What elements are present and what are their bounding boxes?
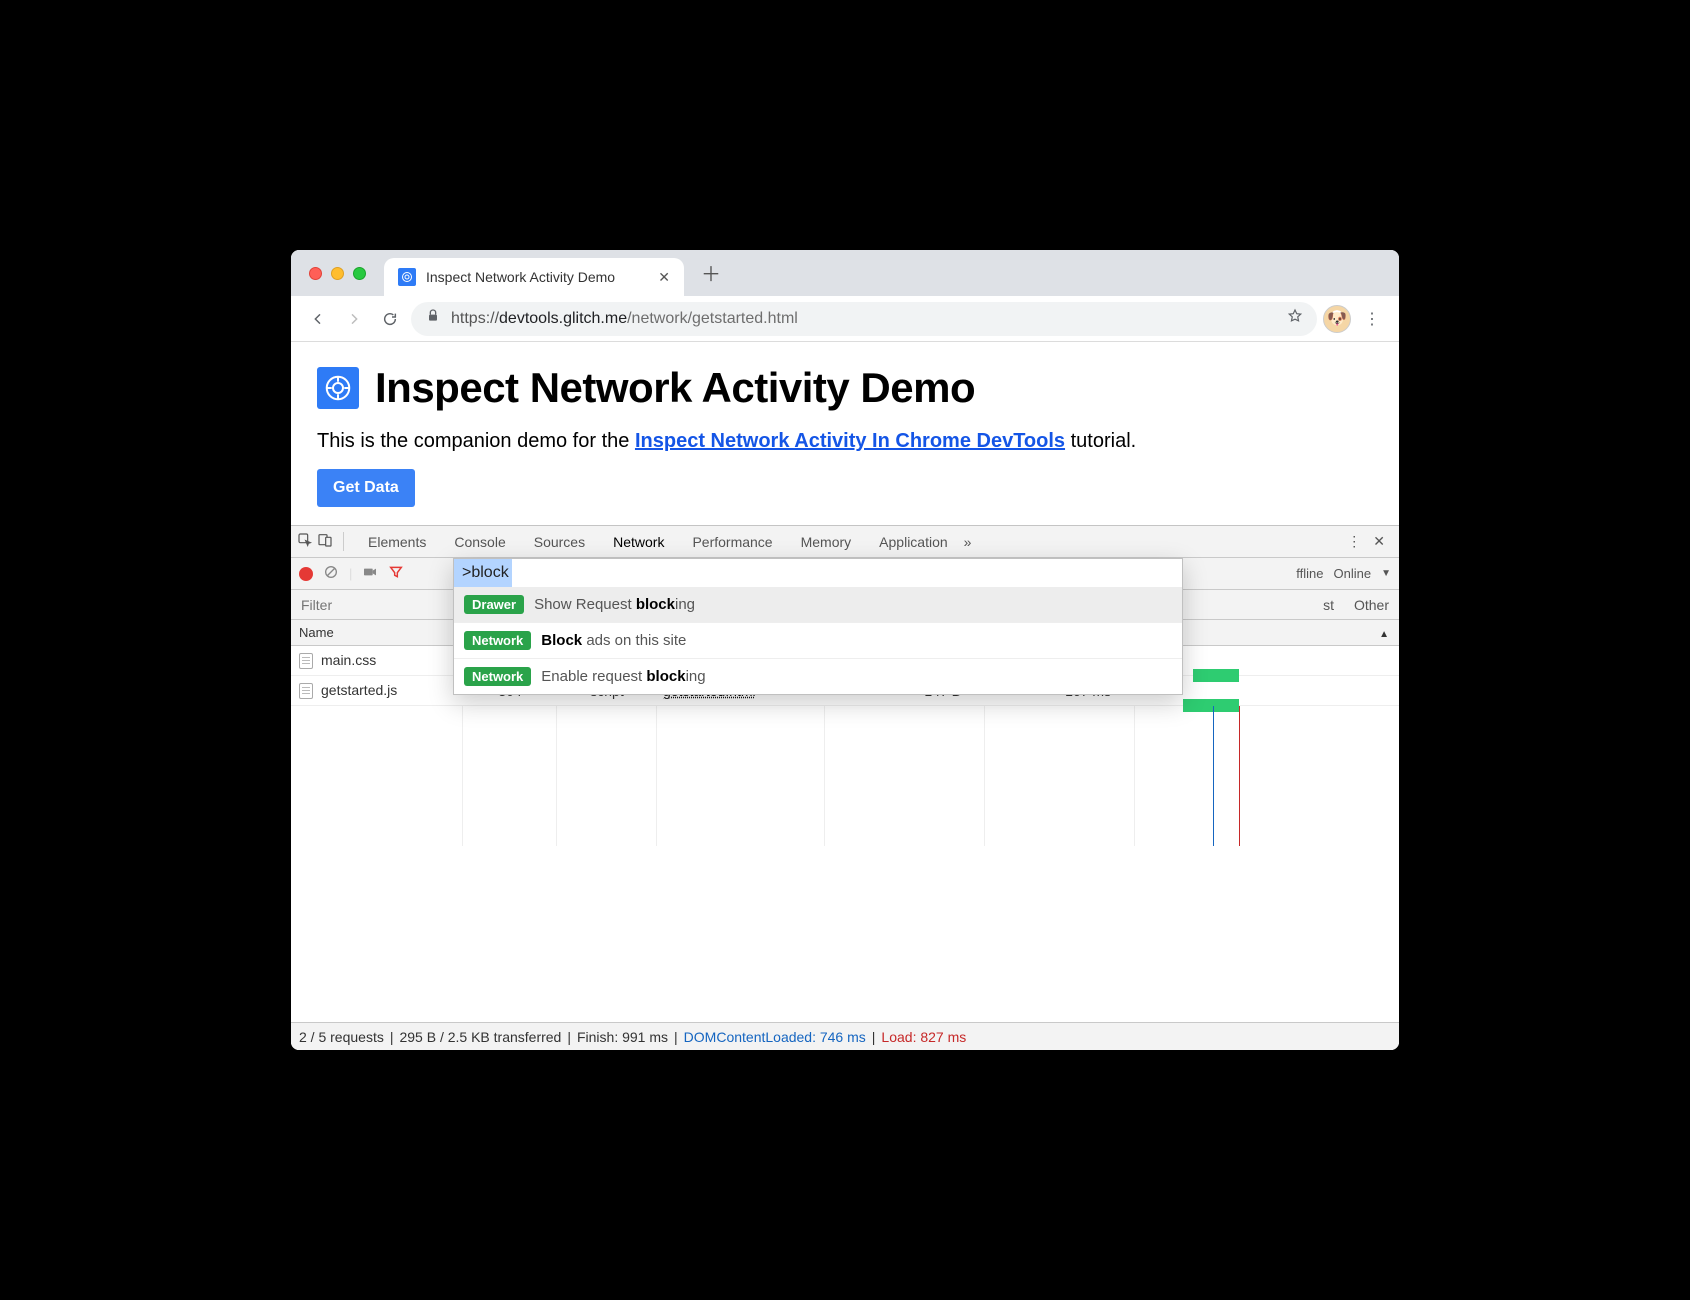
browser-window: Inspect Network Activity Demo ✕ ＋ https:… <box>291 250 1399 1050</box>
devtools-close-button[interactable]: ✕ <box>1373 533 1385 550</box>
address-bar[interactable]: https://devtools.glitch.me/network/getst… <box>411 302 1317 336</box>
command-input[interactable] <box>454 559 1182 587</box>
inspect-element-icon[interactable] <box>297 532 313 551</box>
chevron-down-icon[interactable]: ▼ <box>1381 568 1391 579</box>
camera-icon[interactable] <box>362 564 378 583</box>
more-tabs-button[interactable]: » <box>964 534 972 550</box>
maximize-window-button[interactable] <box>353 267 366 280</box>
page-content: Inspect Network Activity Demo This is th… <box>291 342 1399 525</box>
command-item[interactable]: Network Enable request blocking <box>454 658 1182 694</box>
url-text: https://devtools.glitch.me/network/getst… <box>451 310 798 328</box>
window-controls <box>309 267 366 280</box>
record-button[interactable] <box>299 567 313 581</box>
new-tab-button[interactable]: ＋ <box>694 255 728 289</box>
get-data-button[interactable]: Get Data <box>317 469 415 507</box>
offline-label-fragment: ffline <box>1296 566 1323 581</box>
command-item[interactable]: Drawer Show Request blocking <box>454 587 1182 622</box>
devtools-settings-button[interactable]: ⋮ <box>1347 533 1361 550</box>
reload-button[interactable] <box>375 304 405 334</box>
tab-memory[interactable]: Memory <box>787 526 866 557</box>
type-filter-fragment[interactable]: st <box>1313 597 1344 613</box>
browser-menu-button[interactable]: ⋮ <box>1357 309 1387 329</box>
favicon-icon <box>398 268 416 286</box>
lock-icon <box>425 308 441 329</box>
tutorial-link[interactable]: Inspect Network Activity In Chrome DevTo… <box>635 430 1065 452</box>
device-toolbar-icon[interactable] <box>317 532 333 551</box>
col-name[interactable]: Name <box>291 625 463 640</box>
browser-tab[interactable]: Inspect Network Activity Demo ✕ <box>384 258 684 296</box>
type-filter-other[interactable]: Other <box>1344 597 1399 613</box>
command-item[interactable]: Network Block ads on this site <box>454 622 1182 658</box>
tab-strip: Inspect Network Activity Demo ✕ ＋ <box>291 250 1399 296</box>
page-intro: This is the companion demo for the Inspe… <box>317 430 1373 453</box>
page-heading: Inspect Network Activity Demo <box>375 364 975 412</box>
forward-button[interactable] <box>339 304 369 334</box>
profile-avatar[interactable]: 🐶 <box>1323 305 1351 333</box>
command-menu: Drawer Show Request blocking Network Blo… <box>453 558 1183 695</box>
throttling-select[interactable]: Online <box>1334 566 1372 581</box>
status-finish: Finish: 991 ms <box>577 1029 668 1045</box>
back-button[interactable] <box>303 304 333 334</box>
close-window-button[interactable] <box>309 267 322 280</box>
tab-title: Inspect Network Activity Demo <box>426 269 615 285</box>
status-transferred: 295 B / 2.5 KB transferred <box>399 1029 561 1045</box>
status-dcl: DOMContentLoaded: 746 ms <box>684 1029 866 1045</box>
minimize-window-button[interactable] <box>331 267 344 280</box>
clear-button[interactable] <box>323 564 339 583</box>
status-bar: 2 / 5 requests| 295 B / 2.5 KB transferr… <box>291 1022 1399 1050</box>
tab-console[interactable]: Console <box>440 526 519 557</box>
waterfall-bar <box>1193 669 1239 682</box>
network-toolbar: | Drawer Show Request blocking Network B <box>291 558 1399 590</box>
status-requests: 2 / 5 requests <box>299 1029 384 1045</box>
file-icon <box>299 683 313 699</box>
tab-sources[interactable]: Sources <box>520 526 599 557</box>
close-tab-button[interactable]: ✕ <box>658 269 670 286</box>
tab-network[interactable]: Network <box>599 526 678 557</box>
tab-performance[interactable]: Performance <box>678 526 786 557</box>
filter-toggle-icon[interactable] <box>388 564 404 583</box>
sort-indicator-icon: ▲ <box>1379 629 1389 640</box>
browser-toolbar: https://devtools.glitch.me/network/getst… <box>291 296 1399 342</box>
status-load: Load: 827 ms <box>881 1029 966 1045</box>
bookmark-star-button[interactable] <box>1287 308 1303 329</box>
file-icon <box>299 653 313 669</box>
devtools-logo-icon <box>317 367 359 409</box>
tab-application[interactable]: Application <box>865 526 962 557</box>
devtools-panel: Elements Console Sources Network Perform… <box>291 525 1399 1050</box>
devtools-tabs: Elements Console Sources Network Perform… <box>291 526 1399 558</box>
tab-elements[interactable]: Elements <box>354 526 440 557</box>
